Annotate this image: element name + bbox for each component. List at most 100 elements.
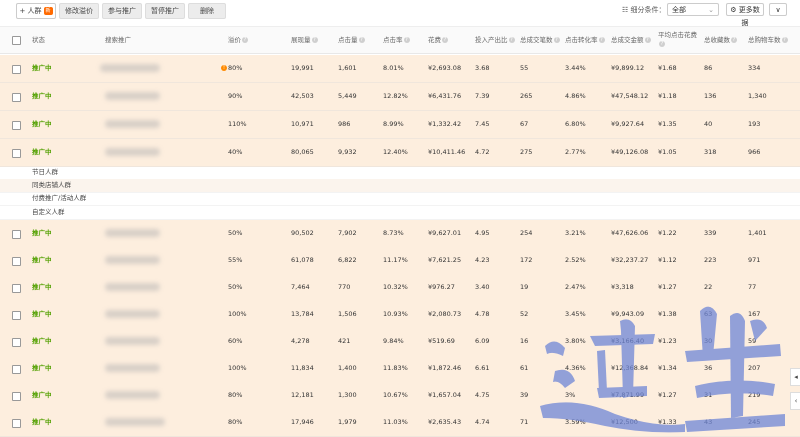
bid-cell[interactable]: 80%	[228, 382, 242, 409]
cart-cell: 334	[748, 64, 761, 72]
cart-cell: 1,340	[748, 92, 767, 100]
collapse-button[interactable]: ∨	[769, 3, 787, 16]
row-checkbox[interactable]	[12, 65, 21, 74]
select-all-checkbox[interactable]	[12, 36, 21, 45]
row-checkbox[interactable]	[12, 121, 21, 130]
orders-cell: 254	[520, 229, 533, 237]
row-checkbox[interactable]	[12, 284, 21, 293]
roi-cell: 4.75	[475, 391, 490, 399]
table-row[interactable]: 推广中 90% 42,503 5,449 12.82% ¥6,431.76 7.…	[0, 83, 800, 111]
row-checkbox[interactable]	[12, 365, 21, 374]
cvr-cell: 3%	[565, 391, 576, 399]
pause-promo-button[interactable]: 暂停推广	[145, 3, 185, 19]
segment-select[interactable]: 全部 ⌄	[667, 3, 719, 16]
clicks-cell: 9,932	[338, 148, 357, 156]
gmv-cell: ¥9,943.09	[611, 310, 645, 318]
ctr-cell: 11.03%	[383, 418, 408, 426]
table-row[interactable]: 推广中 80% 12,181 1,300 10.67% ¥1,657.04 4.…	[0, 382, 800, 410]
row-checkbox[interactable]	[12, 338, 21, 347]
bid-cell[interactable]: 60%	[228, 328, 242, 355]
modify-bid-button[interactable]: 修改溢价	[59, 3, 99, 19]
clicks-cell: 1,979	[338, 418, 357, 426]
col-favorites[interactable]: 总收藏数?	[704, 27, 737, 53]
col-cart[interactable]: 总购物车数?	[748, 27, 788, 53]
join-promo-button[interactable]: 参与推广	[102, 3, 142, 19]
row-checkbox[interactable]	[12, 93, 21, 102]
table-row[interactable]: 推广中 ! 80% 19,991 1,601 8.01% ¥2,693.08 3.…	[0, 55, 800, 83]
row-checkbox[interactable]	[12, 149, 21, 158]
side-tab-help[interactable]: ‹	[790, 392, 800, 410]
roi-cell: 4.72	[475, 148, 490, 156]
bid-cell[interactable]: ! 80%	[221, 55, 242, 82]
status-label: 推广中	[32, 283, 52, 291]
bid-cell[interactable]: 90%	[228, 83, 242, 110]
cart-cell: 245	[748, 418, 761, 426]
cpc-cell: ¥1.12	[658, 256, 677, 264]
col-roi[interactable]: 投入产出比?	[475, 27, 515, 53]
bid-cell[interactable]: 40%	[228, 139, 242, 166]
add-crowd-button[interactable]: + 人群新	[16, 3, 56, 19]
col-bid[interactable]: 溢价?	[228, 27, 248, 53]
col-cost[interactable]: 花费?	[428, 27, 448, 53]
cost-cell: ¥2,693.08	[428, 64, 462, 72]
clicks-cell: 6,822	[338, 256, 357, 264]
impressions-cell: 42,503	[291, 92, 314, 100]
ctr-cell: 8.01%	[383, 64, 404, 72]
segment-filter: ☷ 细分条件：	[622, 3, 666, 17]
filter-icon: ☷	[622, 6, 629, 14]
row-checkbox[interactable]	[12, 419, 21, 428]
bid-cell[interactable]: 100%	[228, 301, 247, 328]
gmv-cell: ¥49,126.08	[611, 148, 649, 156]
row-checkbox[interactable]	[12, 257, 21, 266]
favorites-cell: 30	[704, 337, 713, 345]
gmv-cell: ¥7,871.99	[611, 391, 645, 399]
table-row[interactable]: 推广中 40% 80,065 9,932 12.40% ¥10,411.46 4…	[0, 139, 800, 167]
row-checkbox[interactable]	[12, 230, 21, 239]
group-holiday-crowd[interactable]: 节日人群	[0, 166, 800, 180]
blurred-crowd-name	[105, 256, 160, 264]
orders-cell: 67	[520, 120, 529, 128]
group-paid-promo-crowd[interactable]: 付费推广/活动人群	[0, 192, 800, 206]
group-custom-crowd[interactable]: 自定义人群	[0, 206, 800, 220]
bid-cell[interactable]: 100%	[228, 355, 247, 382]
blurred-crowd-name	[105, 337, 160, 345]
table-row[interactable]: 推广中 50% 90,502 7,902 8.73% ¥9,627.01 4.9…	[0, 220, 800, 248]
table-row[interactable]: 推广中 80% 17,946 1,979 11.03% ¥2,635.43 4.…	[0, 409, 800, 437]
table-row[interactable]: 推广中 50% 7,464 770 10.32% ¥976.27 3.40 19…	[0, 274, 800, 302]
impressions-cell: 90,502	[291, 229, 314, 237]
blurred-crowd-name	[105, 92, 160, 100]
row-checkbox[interactable]	[12, 392, 21, 401]
col-cvr[interactable]: 点击转化率?	[565, 27, 605, 53]
col-clicks[interactable]: 点击量?	[338, 27, 365, 53]
group-similar-shop-crowd[interactable]: 同类店铺人群	[0, 179, 800, 193]
impressions-cell: 4,278	[291, 337, 310, 345]
table-row[interactable]: 推广中 100% 13,784 1,506 10.93% ¥2,080.73 4…	[0, 301, 800, 329]
col-gmv[interactable]: 总成交金额?	[611, 27, 651, 53]
cpc-cell: ¥1.05	[658, 148, 677, 156]
clicks-cell: 5,449	[338, 92, 357, 100]
bid-cell[interactable]: 50%	[228, 274, 242, 301]
table-row[interactable]: 推广中 60% 4,278 421 9.84% ¥519.69 6.09 16 …	[0, 328, 800, 356]
help-icon: ?	[242, 37, 248, 43]
cvr-cell: 3.59%	[565, 418, 586, 426]
table-row[interactable]: 推广中 100% 11,834 1,400 11.83% ¥1,872.46 6…	[0, 355, 800, 383]
col-orders[interactable]: 总成交笔数?	[520, 27, 560, 53]
bid-cell[interactable]: 50%	[228, 220, 242, 247]
roi-cell: 4.74	[475, 418, 490, 426]
bid-cell[interactable]: 110%	[228, 111, 247, 138]
side-tab-feedback[interactable]: ◂	[790, 368, 800, 386]
col-cpc[interactable]: 平均点击花费?	[658, 31, 702, 57]
bid-cell[interactable]: 80%	[228, 409, 242, 436]
cpc-cell: ¥1.27	[658, 391, 677, 399]
table-row[interactable]: 推广中 55% 61,078 6,822 11.17% ¥7,621.25 4.…	[0, 247, 800, 275]
col-ctr[interactable]: 点击率?	[383, 27, 410, 53]
col-impressions[interactable]: 展现量?	[291, 27, 318, 53]
delete-button[interactable]: 删除	[188, 3, 226, 19]
more-data-button[interactable]: ⚙ 更多数据	[726, 3, 764, 27]
row-checkbox[interactable]	[12, 311, 21, 320]
clicks-cell: 1,300	[338, 391, 357, 399]
bid-cell[interactable]: 55%	[228, 247, 242, 274]
gear-icon: ⚙	[730, 6, 737, 14]
ctr-cell: 9.84%	[383, 337, 404, 345]
table-row[interactable]: 推广中 110% 10,971 986 8.99% ¥1,332.42 7.45…	[0, 111, 800, 139]
